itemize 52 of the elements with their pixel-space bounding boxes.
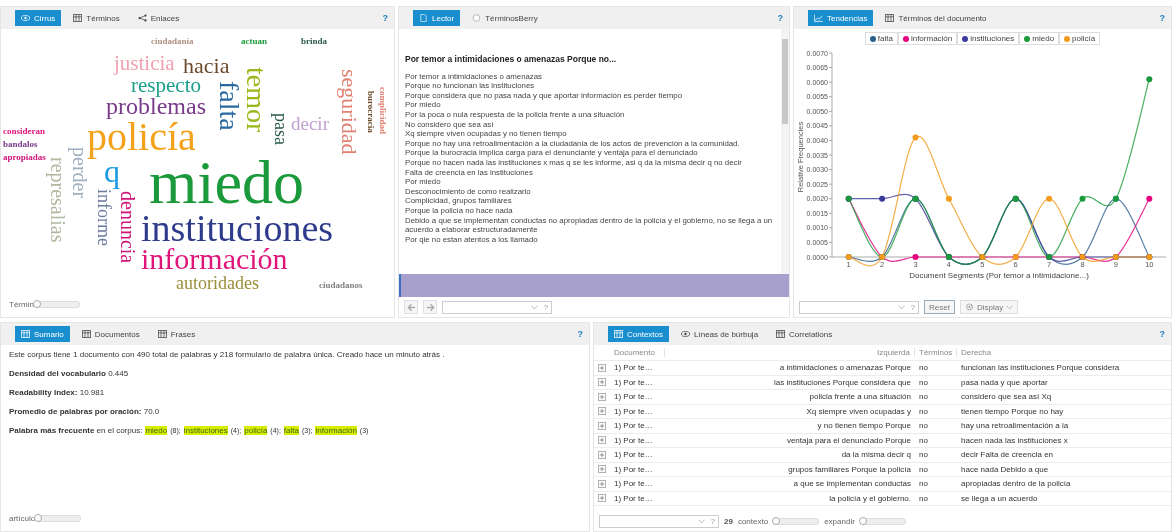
table-cell-text: pasa nada y que aportar — [960, 377, 1049, 387]
table-cell-text: la policía y el gobierno. — [828, 493, 912, 503]
statistic: Promedio de palabras por oración: 70.0 — [9, 407, 161, 416]
table-cell-text: considero que sea así Xq — [960, 392, 1053, 402]
table-cell-text: no — [918, 421, 929, 431]
table-cell-text: no — [918, 435, 929, 445]
table-cell-text: hay una retroalimentación a la — [960, 421, 1070, 431]
table-cell-text: no — [918, 450, 929, 460]
document-title: Por temor a intimidaciones o amenazas Porque no... — [405, 55, 618, 65]
table-cell-text: funcionan las instituciones Porque considera — [960, 363, 1121, 373]
table-cell-text: las instituciones Porque considera que — [773, 377, 912, 387]
slider-label: Términ — [9, 299, 34, 309]
frequent-words-label: Palabra más frecuente en el corpus: — [9, 426, 143, 435]
table-cell-text: no — [918, 392, 929, 402]
axis-title: Document Segments (Por temor a intimidacione...) — [909, 271, 1089, 280]
table-cell-text: y no tienen tiempo Porque — [816, 421, 912, 431]
context-count: 29 — [724, 516, 733, 526]
table-cell-text: a que se implementan conductas — [792, 479, 912, 489]
table-cell-text: 1) Por te… — [613, 421, 654, 431]
slider-label: artículo — [9, 513, 36, 523]
table-cell-text: decir Falta de creencia en — [960, 450, 1055, 460]
slider-label: contexto — [737, 516, 769, 526]
table-cell-text: 1) Por te… — [613, 363, 654, 373]
table-cell-text: no — [918, 377, 929, 387]
table-cell-text: 1) Por te… — [613, 377, 654, 387]
table-cell-text: Xq siempre viven ocupadas y — [805, 406, 912, 416]
table-cell-text: 1) Por te… — [613, 406, 654, 416]
corpus-summary: Este corpus tiene 1 documento con 490 total de palabras y 218 formulario de palabra única. Creado hace un minuto atrás . — [9, 350, 446, 359]
table-cell-text: 1) Por te… — [613, 435, 654, 445]
table-cell-text: hace nada Debido a que — [960, 464, 1050, 474]
table-cell-text: tienen tiempo Porque no hay — [960, 406, 1065, 416]
table-cell-text: no — [918, 493, 929, 503]
table-cell-text: da la misma decir q — [840, 450, 912, 460]
table-cell-text: no — [918, 406, 929, 416]
statistic: Readability Index: 10.981 — [9, 388, 106, 397]
table-cell-text: grupos familiares Porque la policía — [787, 464, 912, 474]
table-cell-text: apropiadas dentro de la policía — [960, 479, 1072, 489]
table-cell-text: no — [918, 479, 929, 489]
table-cell-text: 1) Por te… — [613, 392, 654, 402]
table-cell-text: 1) Por te… — [613, 450, 654, 460]
table-cell-text: 1) Por te… — [613, 479, 654, 489]
table-cell-text: 1) Por te… — [613, 493, 654, 503]
slider-label: expandir — [824, 516, 855, 526]
statistic: Densidad del vocabulario 0.445 — [9, 369, 130, 378]
table-cell-text: 1) Por te… — [613, 464, 654, 474]
table-cell-text: se llega a un acuerdo — [960, 493, 1039, 503]
table-cell-text: a intimidaciones o amenazas Porque — [778, 363, 912, 373]
table-cell-text: hacen nada las instituciones x — [960, 435, 1069, 445]
table-cell-text: no — [918, 464, 929, 474]
table-cell-text: policia frente a una situación — [808, 392, 912, 402]
table-cell-text: no — [918, 363, 929, 373]
table-cell-text: ventaja para el denunciado Porque — [785, 435, 912, 445]
